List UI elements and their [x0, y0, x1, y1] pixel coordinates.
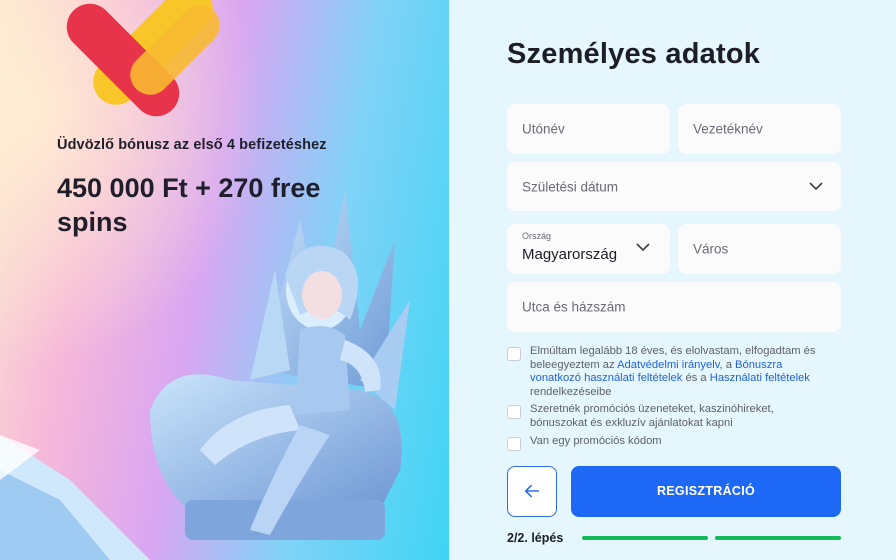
- promo-checkbox[interactable]: [507, 405, 521, 419]
- progress-segment-1: [582, 536, 708, 540]
- terms-checkbox[interactable]: [507, 347, 521, 361]
- city-field[interactable]: Város: [678, 224, 841, 274]
- country-label: Ország: [522, 231, 552, 241]
- progress-segment-2: [715, 536, 841, 540]
- promo-headline: 450 000 Ft + 270 free spins: [57, 173, 321, 237]
- birthdate-placeholder: Születési dátum: [522, 179, 619, 194]
- chevron-down-icon: [636, 243, 650, 252]
- promo-code-text: Van egy promóciós kódom: [530, 435, 662, 447]
- last-name-field[interactable]: Vezetéknév: [678, 104, 841, 154]
- city-placeholder: Város: [693, 241, 729, 257]
- terms-text: Elmúltam legalább 18 éves, és elolvastam…: [530, 345, 816, 398]
- terms-consent: Elmúltam legalább 18 éves, és elolvastam…: [507, 345, 841, 398]
- promo-code-consent: Van egy promóciós kódom: [507, 435, 841, 451]
- step-indicator: 2/2. lépés: [507, 531, 564, 545]
- usage-terms-link[interactable]: Használati feltételek: [710, 372, 810, 384]
- first-name-placeholder: Utónév: [522, 121, 565, 137]
- promo-code-checkbox[interactable]: [507, 437, 521, 451]
- birthdate-select[interactable]: Születési dátum: [507, 162, 841, 211]
- back-button[interactable]: [507, 466, 557, 517]
- promo-subtitle: Üdvözlő bónusz az első 4 befizetéshez: [57, 137, 327, 153]
- arrow-left-icon: [524, 484, 540, 498]
- country-select[interactable]: Ország Magyarország: [507, 224, 670, 274]
- register-button[interactable]: REGISZTRÁCIÓ: [571, 466, 841, 517]
- last-name-placeholder: Vezetéknév: [693, 121, 763, 137]
- privacy-policy-link[interactable]: Adatvédelmi irányelv: [617, 359, 719, 371]
- page-title: Személyes adatok: [507, 38, 761, 70]
- street-field[interactable]: Utca és házszám: [507, 282, 841, 332]
- chevron-down-icon: [809, 181, 823, 190]
- street-placeholder: Utca és házszám: [522, 299, 626, 315]
- promo-consent-text: Szeretnék promóciós üzeneteket, kaszinóh…: [530, 403, 774, 429]
- first-name-field[interactable]: Utónév: [507, 104, 670, 154]
- promo-consent: Szeretnék promóciós üzeneteket, kaszinóh…: [507, 403, 841, 431]
- brand-logo: [66, 0, 220, 117]
- country-value: Magyarország: [522, 246, 618, 263]
- promo-panel: Üdvözlő bónusz az első 4 befizetéshez 45…: [0, 0, 449, 560]
